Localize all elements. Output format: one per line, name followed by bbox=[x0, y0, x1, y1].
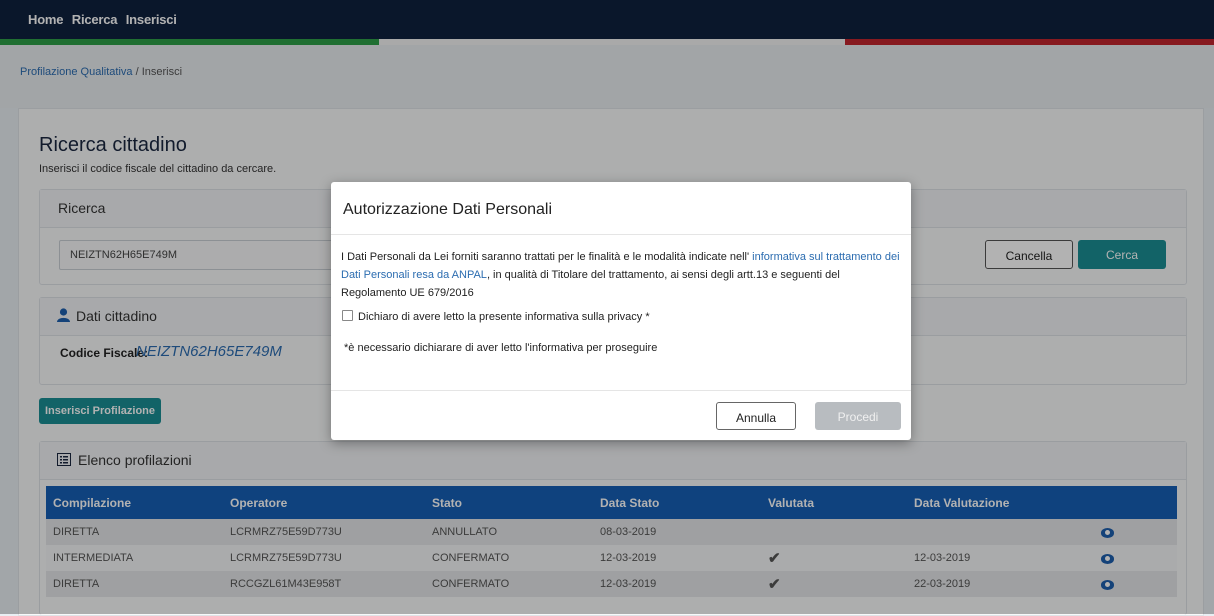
modal-body-text: I Dati Personali da Lei forniti saranno … bbox=[341, 248, 901, 302]
modal-footer-divider bbox=[331, 390, 911, 391]
modal-note: *è necessario dichiarare di aver letto l… bbox=[344, 342, 658, 354]
privacy-modal: Autorizzazione Dati Personali I Dati Per… bbox=[331, 182, 911, 440]
procedi-button[interactable]: Procedi bbox=[815, 402, 901, 430]
modal-divider bbox=[331, 234, 911, 235]
privacy-checkbox-label[interactable]: Dichiaro di avere letto la presente info… bbox=[358, 311, 650, 323]
annulla-button[interactable]: Annulla bbox=[716, 402, 796, 430]
privacy-checkbox-row: Dichiaro di avere letto la presente info… bbox=[342, 310, 650, 323]
modal-body-pre: I Dati Personali da Lei forniti saranno … bbox=[341, 251, 753, 263]
modal-title: Autorizzazione Dati Personali bbox=[343, 201, 552, 218]
privacy-checkbox[interactable] bbox=[342, 310, 353, 321]
